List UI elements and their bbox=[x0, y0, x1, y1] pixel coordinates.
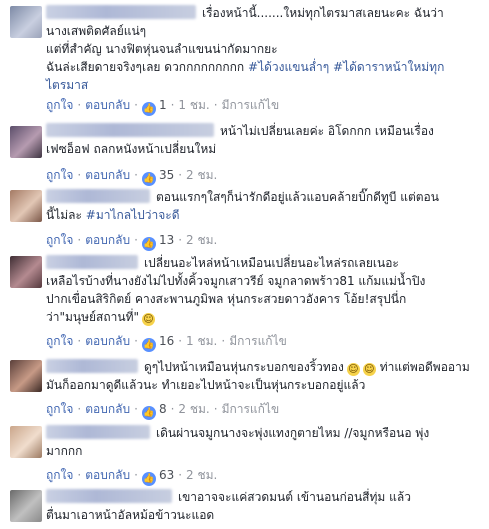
author-name[interactable] bbox=[46, 425, 150, 439]
hashtag[interactable]: #ได้ดาราหน้าใหม่ทุก bbox=[333, 60, 444, 74]
avatar[interactable] bbox=[10, 360, 42, 392]
thumbs-up-icon[interactable]: 👍 bbox=[141, 338, 156, 352]
reply-link[interactable]: ตอบกลับ bbox=[85, 334, 130, 348]
reply-link[interactable]: ตอบกลับ bbox=[85, 168, 130, 182]
like-link[interactable]: ถูกใจ bbox=[46, 168, 73, 182]
thumbs-up-icon[interactable]: 👍 bbox=[141, 237, 156, 251]
avatar[interactable] bbox=[10, 256, 42, 288]
comment-actions: ถูกใจ · ตอบกลับ · 👍 13 · 2 ชม. bbox=[46, 233, 218, 251]
comment-text: ตอนแรกๆใสๆก็น่ารักดีอยู่แล้วแอบคล้ายบิ๊ก… bbox=[46, 189, 439, 222]
author-name[interactable] bbox=[46, 359, 138, 373]
comment-text: เดินผ่านจมูกนางจะพุ่งแทงกูตายไหม //จมูกห… bbox=[46, 425, 430, 458]
hashtag[interactable]: ไตรมาส bbox=[46, 76, 479, 94]
comment-actions: ถูกใจ · ตอบกลับ · 👍 16 · 1 ชม. · มีการแก้ไข bbox=[46, 334, 287, 352]
comment-thread: เรื่องหน้านี้.......ใหม่ทุกไตรมาสเลยนะคะ… bbox=[0, 0, 489, 529]
hashtag[interactable]: #มาไกลไปว่าจะดี bbox=[86, 208, 180, 222]
comment-actions: ถูกใจ · ตอบกลับ · 👍 1 · 1 ชม. · มีการแก้ไข bbox=[46, 98, 280, 116]
author-name[interactable] bbox=[46, 189, 150, 203]
like-link[interactable]: ถูกใจ bbox=[46, 334, 73, 348]
like-link[interactable]: ถูกใจ bbox=[46, 402, 73, 416]
avatar[interactable] bbox=[10, 426, 42, 458]
avatar[interactable] bbox=[10, 190, 42, 222]
like-count[interactable]: 1 bbox=[159, 98, 167, 112]
avatar[interactable] bbox=[10, 6, 42, 38]
avatar[interactable] bbox=[10, 126, 42, 158]
timestamp[interactable]: 1 ชม. bbox=[186, 334, 217, 348]
timestamp[interactable]: 2 ชม. bbox=[178, 402, 209, 416]
smile-emoji-icon: ☺ bbox=[346, 363, 360, 376]
reply-link[interactable]: ตอบกลับ bbox=[85, 402, 130, 416]
timestamp[interactable]: 2 ชม. bbox=[186, 468, 217, 482]
comment-actions: ถูกใจ · ตอบกลับ · 👍 63 · 2 ชม. bbox=[46, 468, 218, 486]
thumbs-up-icon[interactable]: 👍 bbox=[141, 102, 156, 116]
like-count[interactable]: 13 bbox=[159, 233, 174, 247]
comment-actions: ถูกใจ · ตอบกลับ · 👍 35 · 2 ชม. bbox=[46, 168, 218, 186]
timestamp[interactable]: 1 ชม. bbox=[178, 98, 209, 112]
comment-text: ดูๆไปหน้าเหมือนหุ่นกระบอกของริ้วทอง ☺ ☺ ท่… bbox=[46, 359, 470, 392]
avatar[interactable] bbox=[10, 490, 42, 522]
like-link[interactable]: ถูกใจ bbox=[46, 233, 73, 247]
thumbs-up-icon[interactable]: 👍 bbox=[141, 172, 156, 186]
like-link[interactable]: ถูกใจ bbox=[46, 98, 73, 112]
like-count[interactable]: 8 bbox=[159, 402, 167, 416]
reply-link[interactable]: ตอบกลับ bbox=[85, 233, 130, 247]
thumbs-up-icon[interactable]: 👍 bbox=[141, 406, 156, 420]
comment-text: เปลี่ยนอะไหล่หน้าเหมือนเปลี่ยนอะไหล่รถเล… bbox=[46, 255, 426, 326]
thumbs-up-icon[interactable]: 👍 bbox=[141, 472, 156, 486]
author-name[interactable] bbox=[46, 255, 138, 269]
author-name[interactable] bbox=[46, 123, 214, 137]
like-count[interactable]: 35 bbox=[159, 168, 174, 182]
author-name[interactable] bbox=[46, 5, 196, 19]
reply-link[interactable]: ตอบกลับ bbox=[85, 98, 130, 112]
author-name[interactable] bbox=[46, 489, 172, 503]
like-link[interactable]: ถูกใจ bbox=[46, 468, 73, 482]
comment-text: เรื่องหน้านี้.......ใหม่ทุกไตรมาสเลยนะคะ… bbox=[46, 4, 479, 94]
edited-label[interactable]: มีการแก้ไข bbox=[222, 98, 280, 112]
edited-label[interactable]: มีการแก้ไข bbox=[222, 402, 280, 416]
like-count[interactable]: 16 bbox=[159, 334, 174, 348]
hashtag[interactable]: #ได้วงแขนล่ำๆ bbox=[248, 60, 329, 74]
timestamp[interactable]: 2 ชม. bbox=[186, 168, 217, 182]
smile-emoji-icon: ☺ bbox=[142, 313, 156, 326]
reply-link[interactable]: ตอบกลับ bbox=[85, 468, 130, 482]
like-count[interactable]: 63 bbox=[159, 468, 174, 482]
comment-text: เขาอาจจะแค่สวดมนต์ เข้านอนก่อนสี่ทุ่ม แล… bbox=[46, 489, 411, 522]
edited-label[interactable]: มีการแก้ไข bbox=[229, 334, 287, 348]
comment-text: หน้าไม่เปลี่ยนเลยค่ะ อิโดกกก เหมือนเรื่อ… bbox=[46, 123, 434, 156]
timestamp[interactable]: 2 ชม. bbox=[186, 233, 217, 247]
comment-actions: ถูกใจ · ตอบกลับ · 👍 8 · 2 ชม. · มีการแก้ไข bbox=[46, 402, 280, 420]
smile-emoji-icon: ☺ bbox=[362, 363, 376, 376]
